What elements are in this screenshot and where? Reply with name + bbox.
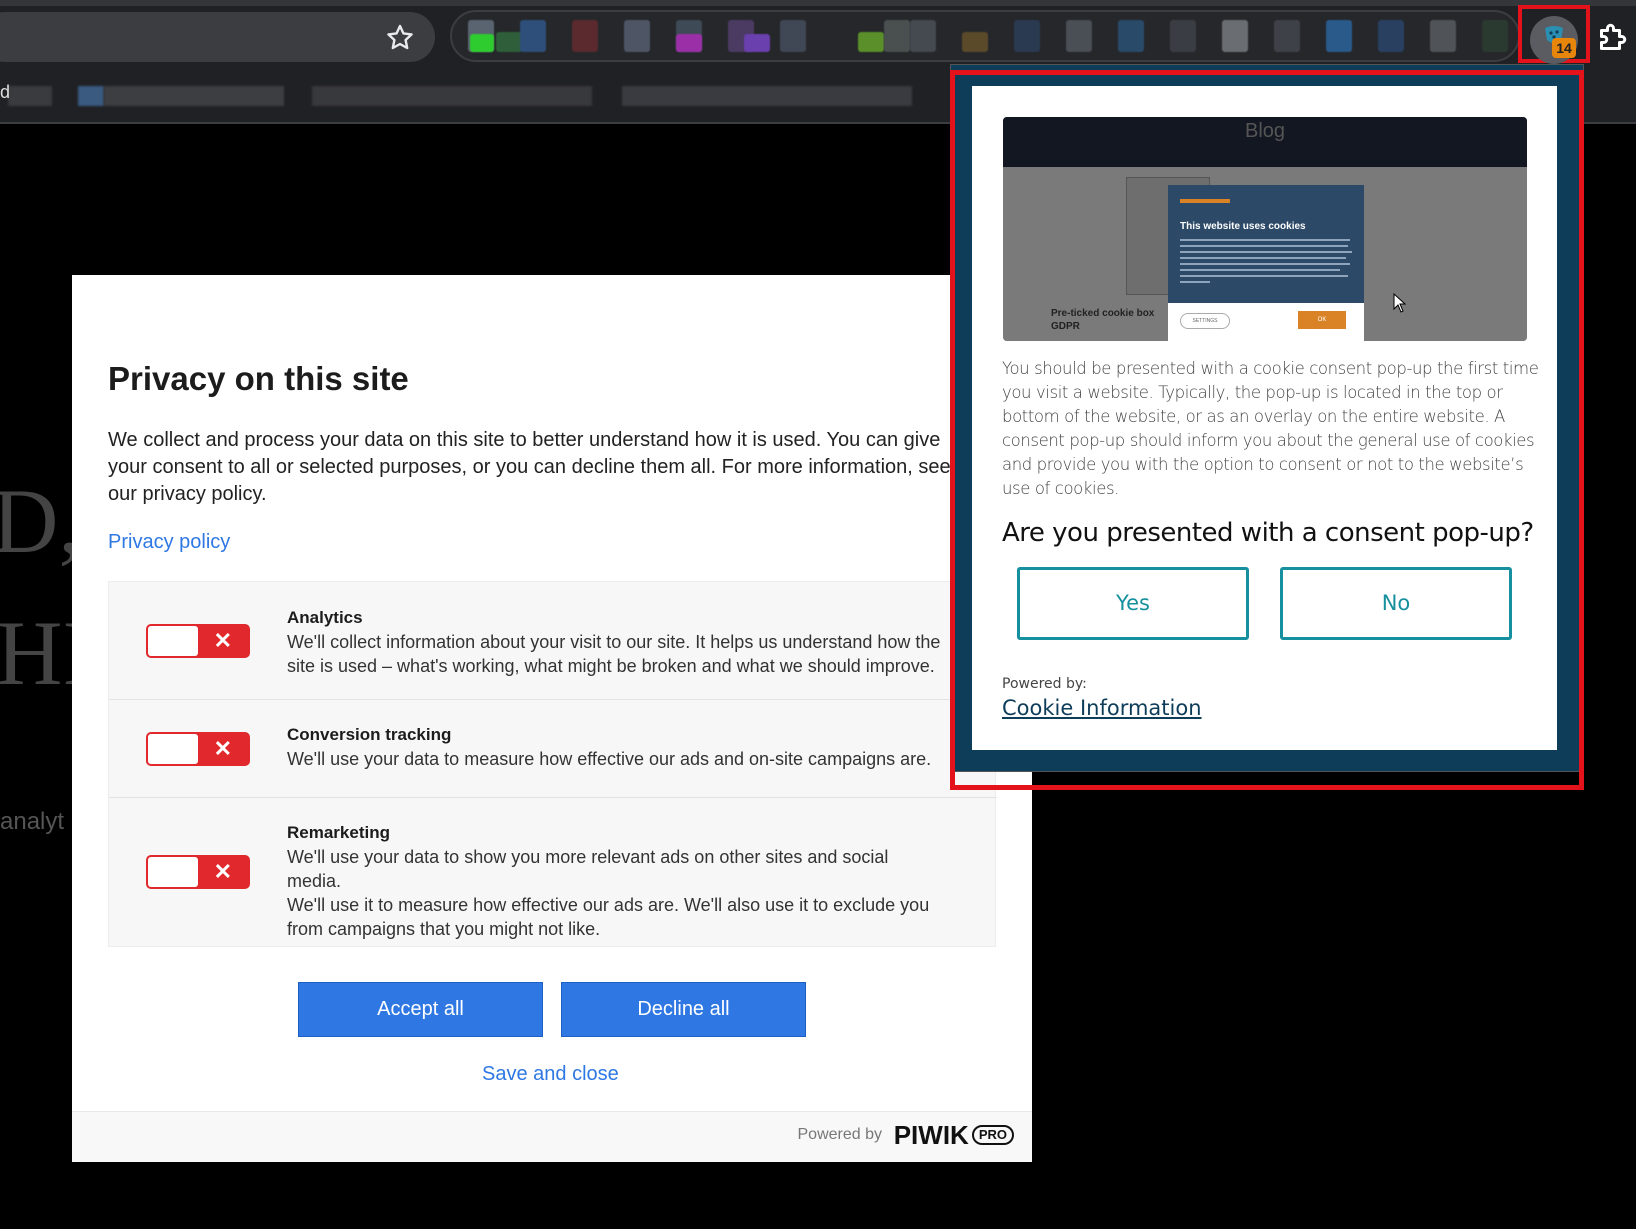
piwik-brand: PIWIK bbox=[893, 1120, 969, 1150]
save-and-close-link[interactable]: Save and close bbox=[482, 1063, 619, 1086]
purpose-description-line: from campaigns that you might not like. bbox=[287, 919, 601, 939]
purpose-remarketing: ✕ Remarketing We'll use your data to sho… bbox=[109, 798, 997, 948]
bookmark-star-icon[interactable] bbox=[384, 22, 416, 54]
purpose-title: Analytics bbox=[287, 608, 363, 627]
browser-toolbar: 14 bbox=[0, 0, 1636, 66]
accept-all-button[interactable]: Accept all bbox=[298, 982, 543, 1037]
extension-icon[interactable] bbox=[1430, 20, 1456, 52]
purpose-description: We'll use your data to show you more rel… bbox=[287, 845, 947, 941]
extension-icon[interactable] bbox=[884, 20, 910, 52]
decline-all-button[interactable]: Decline all bbox=[561, 982, 806, 1037]
extension-icon[interactable] bbox=[1326, 20, 1352, 52]
extension-icon[interactable] bbox=[1066, 20, 1092, 52]
close-x-icon: ✕ bbox=[213, 736, 232, 761]
extension-icon[interactable] bbox=[496, 32, 522, 52]
bookmark-item[interactable] bbox=[8, 86, 52, 106]
bookmark-item[interactable] bbox=[312, 86, 592, 106]
piwik-pro-logo: PIWIK PRO bbox=[894, 1120, 1014, 1151]
purposes-list: ✕ Analytics We'll collect information ab… bbox=[108, 581, 997, 948]
bookmark-item[interactable] bbox=[78, 86, 104, 106]
toggle-knob bbox=[148, 734, 198, 764]
bookmark-item[interactable] bbox=[104, 86, 284, 106]
extension-icon[interactable] bbox=[1170, 20, 1196, 52]
extension-icon[interactable] bbox=[780, 20, 806, 52]
purpose-title: Conversion tracking bbox=[287, 725, 452, 744]
extension-icon[interactable] bbox=[910, 20, 936, 52]
screen: 14 d D, HI analyt Privacy on this site W… bbox=[0, 0, 1636, 1229]
close-x-icon: ✕ bbox=[213, 859, 232, 884]
modal-title: Privacy on this site bbox=[108, 360, 409, 397]
privacy-policy-link[interactable]: Privacy policy bbox=[108, 531, 230, 554]
tab-strip-edge bbox=[0, 0, 1636, 6]
address-bar[interactable] bbox=[0, 12, 435, 62]
purpose-description: We'll collect information about your vis… bbox=[287, 630, 947, 678]
bookmark-label: d bbox=[0, 82, 11, 102]
extension-icon[interactable] bbox=[1274, 20, 1300, 52]
purpose-description: We'll use your data to measure how effec… bbox=[287, 747, 947, 771]
modal-description: We collect and process your data on this… bbox=[108, 427, 1008, 508]
piwik-consent-modal: Privacy on this site We collect and proc… bbox=[72, 275, 1032, 1162]
extension-icon[interactable] bbox=[962, 32, 988, 52]
extension-icon[interactable] bbox=[1014, 20, 1040, 52]
extension-icon[interactable] bbox=[1378, 20, 1404, 52]
purpose-title: Remarketing bbox=[287, 823, 390, 842]
extension-icon[interactable] bbox=[1482, 20, 1508, 52]
extension-icon[interactable] bbox=[624, 20, 650, 52]
powered-by-label: Powered by bbox=[797, 1126, 883, 1143]
purpose-description-line: We'll use your data to measure how effec… bbox=[287, 749, 932, 769]
extension-icon[interactable] bbox=[1222, 20, 1248, 52]
remarketing-toggle[interactable]: ✕ bbox=[146, 855, 250, 889]
purpose-description-line: We'll use your data to show you more rel… bbox=[287, 847, 889, 891]
purpose-description-line: site is used – what's working, what migh… bbox=[287, 656, 935, 676]
toggle-knob bbox=[148, 626, 198, 656]
modal-footer: Powered by PIWIK PRO bbox=[72, 1111, 1032, 1162]
analytics-toggle[interactable]: ✕ bbox=[146, 624, 250, 658]
purpose-conversion-tracking: ✕ Conversion tracking We'll use your dat… bbox=[109, 700, 997, 798]
extension-badge-count: 14 bbox=[1552, 38, 1576, 58]
extension-icon[interactable] bbox=[572, 20, 598, 52]
extension-icon[interactable] bbox=[858, 32, 884, 52]
description-line: your consent to all or selected purposes… bbox=[108, 456, 951, 478]
page-text-fragment: analyt bbox=[0, 808, 65, 835]
extension-icon[interactable] bbox=[1118, 20, 1144, 52]
page-heading-fragment: D, bbox=[0, 470, 82, 572]
purpose-description-line: We'll use it to measure how effective ou… bbox=[287, 895, 930, 915]
pro-badge: PRO bbox=[971, 1125, 1014, 1145]
extension-popup-highlight bbox=[950, 70, 1584, 790]
extensions-puzzle-icon[interactable] bbox=[1594, 20, 1630, 56]
toggle-knob bbox=[148, 857, 198, 887]
extension-icon[interactable] bbox=[744, 34, 770, 52]
extension-icon[interactable] bbox=[470, 34, 494, 52]
purpose-description-line: We'll collect information about your vis… bbox=[287, 632, 941, 652]
bookmark-item[interactable] bbox=[622, 86, 912, 106]
extension-icon[interactable] bbox=[520, 20, 546, 52]
close-x-icon: ✕ bbox=[213, 628, 232, 653]
description-line: our privacy policy. bbox=[108, 483, 267, 505]
description-line: We collect and process your data on this… bbox=[108, 429, 941, 451]
purpose-analytics: ✕ Analytics We'll collect information ab… bbox=[109, 582, 997, 700]
conversion-tracking-toggle[interactable]: ✕ bbox=[146, 732, 250, 766]
extension-icon[interactable] bbox=[676, 34, 702, 52]
